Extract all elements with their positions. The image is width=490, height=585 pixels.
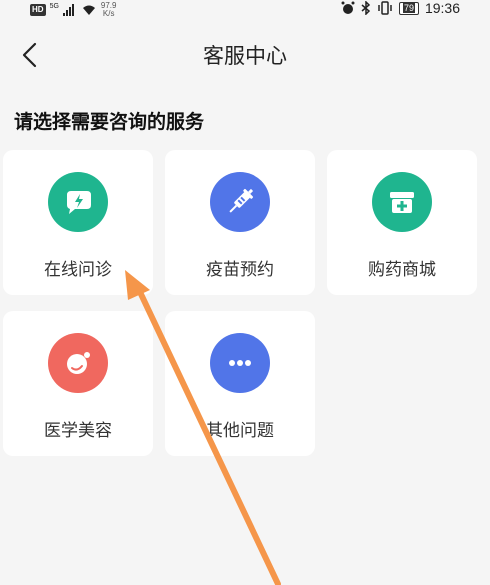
service-card-medical-beauty[interactable]: 医学美容 — [3, 311, 153, 456]
wifi-icon — [82, 5, 95, 15]
battery-level: 79 — [402, 2, 415, 13]
status-left: HD 5G 97.9 K/s — [30, 2, 116, 18]
service-label: 其他问题 — [206, 421, 274, 441]
signal-label: 5G — [49, 2, 59, 10]
beauty-icon — [48, 333, 108, 393]
service-card-online-consult[interactable]: 在线问诊 — [3, 150, 153, 295]
hd-badge: HD — [30, 4, 46, 16]
clock: 19:36 — [424, 0, 460, 16]
header: 客服中心 — [0, 30, 490, 80]
signal-icon — [62, 4, 74, 16]
net-speed-unit: K/s — [102, 9, 115, 18]
chat-lightning-icon — [48, 172, 108, 232]
service-label: 在线问诊 — [44, 260, 112, 280]
service-card-pharmacy[interactable]: 购药商城 — [327, 150, 477, 295]
service-label: 医学美容 — [44, 421, 112, 441]
bluetooth-icon — [361, 1, 371, 15]
service-card-vaccine[interactable]: 疫苗预约 — [165, 150, 315, 295]
page-title: 客服中心 — [203, 44, 287, 68]
service-label: 疫苗预约 — [206, 260, 274, 280]
alarm-icon — [341, 1, 355, 14]
net-speed: 97.9 K/s — [101, 2, 117, 18]
service-card-other[interactable]: 其他问题 — [165, 311, 315, 456]
more-icon — [210, 333, 270, 393]
status-bar: HD 5G 97.9 K/s 79 19:36 — [0, 0, 490, 22]
vibrate-icon — [378, 1, 392, 15]
syringe-icon — [210, 172, 270, 232]
status-right: 79 19:36 — [341, 0, 460, 16]
battery-indicator: 79 — [398, 1, 419, 15]
medicine-box-icon — [372, 172, 432, 232]
service-label: 购药商城 — [368, 260, 436, 280]
section-title: 请选择需要咨询的服务 — [14, 111, 205, 133]
